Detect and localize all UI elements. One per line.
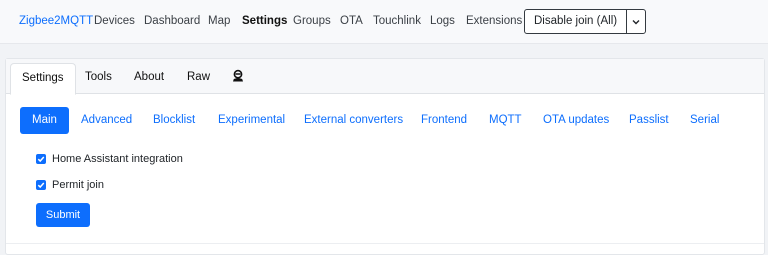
nav-settings[interactable]: Settings <box>242 14 287 28</box>
join-options-dropdown[interactable] <box>626 10 645 33</box>
permit-join-checkbox[interactable] <box>36 180 46 190</box>
check-icon <box>37 182 45 189</box>
nav-map[interactable]: Map <box>208 14 230 28</box>
pill-frontend[interactable]: Frontend <box>421 107 467 134</box>
pill-main[interactable]: Main <box>20 107 69 134</box>
nav-logs[interactable]: Logs <box>430 14 455 28</box>
pill-serial[interactable]: Serial <box>690 107 719 134</box>
pill-mqtt[interactable]: MQTT <box>489 107 522 134</box>
permit-join-label[interactable]: Permit join <box>52 179 104 191</box>
pill-experimental[interactable]: Experimental <box>218 107 285 134</box>
nav-touchlink[interactable]: Touchlink <box>373 14 421 28</box>
tab-dev-console[interactable] <box>232 69 244 86</box>
pill-blocklist[interactable]: Blocklist <box>153 107 195 134</box>
divider <box>6 243 764 244</box>
nav-devices[interactable]: Devices <box>94 14 135 28</box>
card-tabs: Settings Tools About Raw <box>6 59 764 95</box>
chevron-down-icon <box>632 19 640 24</box>
tab-settings[interactable]: Settings <box>10 63 76 95</box>
settings-card: Settings Tools About Raw Main Advanced B… <box>5 58 765 255</box>
pill-advanced[interactable]: Advanced <box>81 107 132 134</box>
nav-ota[interactable]: OTA <box>340 14 363 28</box>
pill-passlist[interactable]: Passlist <box>629 107 669 134</box>
disable-join-button[interactable]: Disable join (All) <box>525 10 626 33</box>
home-assistant-label[interactable]: Home Assistant integration <box>52 153 183 165</box>
permit-join-button-group: Disable join (All) <box>524 9 647 34</box>
tab-about[interactable]: About <box>134 70 164 84</box>
brand-link[interactable]: Zigbee2MQTT <box>19 14 93 28</box>
submit-button[interactable]: Submit <box>36 203 90 227</box>
user-secret-icon <box>233 69 243 82</box>
tab-raw[interactable]: Raw <box>187 70 210 84</box>
home-assistant-checkbox[interactable] <box>36 154 46 164</box>
nav-dashboard[interactable]: Dashboard <box>144 14 200 28</box>
tab-tools[interactable]: Tools <box>85 70 112 84</box>
top-navbar: Zigbee2MQTT Devices Dashboard Map Settin… <box>0 0 768 44</box>
nav-extensions[interactable]: Extensions <box>466 14 522 28</box>
home-assistant-row: Home Assistant integration <box>36 153 183 165</box>
nav-groups[interactable]: Groups <box>293 14 331 28</box>
pill-ota-updates[interactable]: OTA updates <box>543 107 609 134</box>
pill-external-converters[interactable]: External converters <box>304 107 403 134</box>
permit-join-row: Permit join <box>36 179 104 191</box>
check-icon <box>37 156 45 163</box>
